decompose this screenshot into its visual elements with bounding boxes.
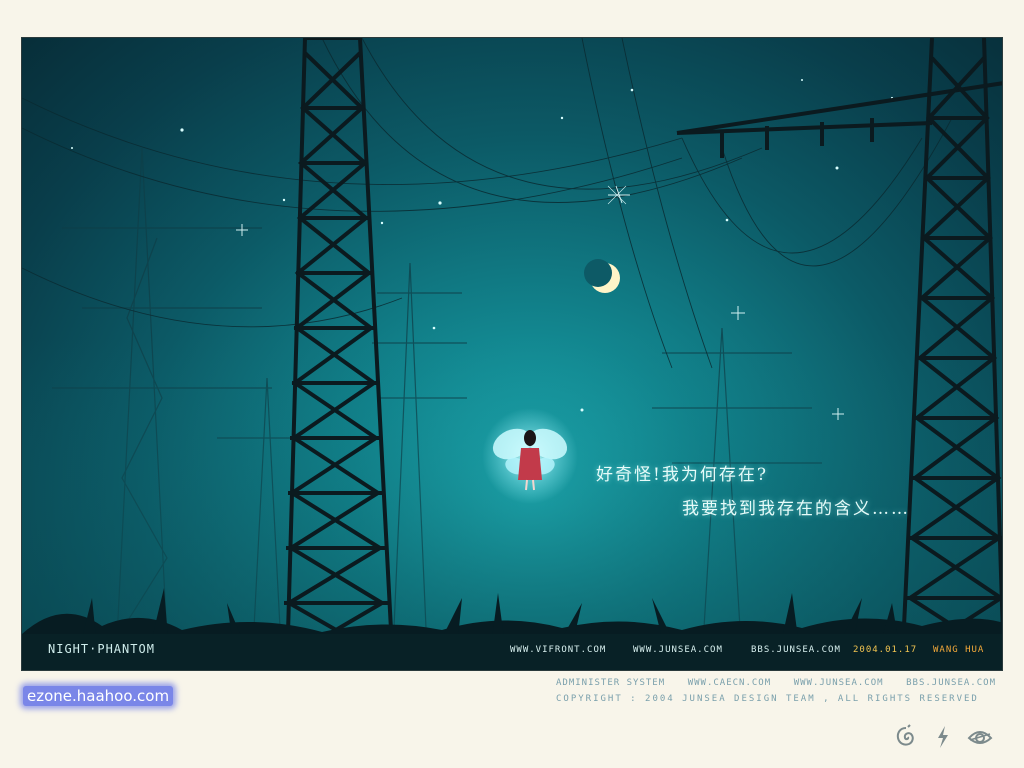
spiral-icon[interactable] [893,724,919,750]
eye-icon[interactable] [967,724,993,750]
night-scene [22,38,1002,670]
vifront-link[interactable]: WWW.VIFRONT.COM [510,645,606,655]
bbs-junsea-footer-link[interactable]: BBS.JUNSEA.COM [906,678,996,688]
wallpaper-artwork: 好奇怪!我为何存在? 我要找到我存在的含义…… NIGHT·PHANTOM WW… [21,37,1003,671]
caecn-link[interactable]: WWW.CAECN.COM [688,678,771,688]
artwork-date: 2004.01.17 [853,645,918,655]
artwork-author: WANG HUA [933,645,985,655]
crescent-moon [584,259,620,293]
power-lines [22,38,953,369]
bbs-junsea-link[interactable]: BBS.JUNSEA.COM [751,645,841,655]
administer-system-link[interactable]: ADMINISTER SYSTEM [556,678,665,688]
site-link[interactable]: ezone.haahoo.com [23,686,174,706]
fairy-figure [482,408,578,504]
junsea-footer-link[interactable]: WWW.JUNSEA.COM [794,678,884,688]
lightning-icon[interactable] [930,724,956,750]
copyright-notice: COPYRIGHT : 2004 JUNSEA DESIGN TEAM , AL… [556,694,979,704]
junsea-link[interactable]: WWW.JUNSEA.COM [633,645,723,655]
footer-link-row: ADMINISTER SYSTEM WWW.CAECN.COM WWW.JUNS… [556,678,996,688]
artwork-title: NIGHT·PHANTOM [48,642,155,656]
poem-line-1: 好奇怪!我为何存在? [596,465,768,485]
poem-line-2: 我要找到我存在的含义…… [682,499,910,519]
footer-icons [893,723,993,751]
